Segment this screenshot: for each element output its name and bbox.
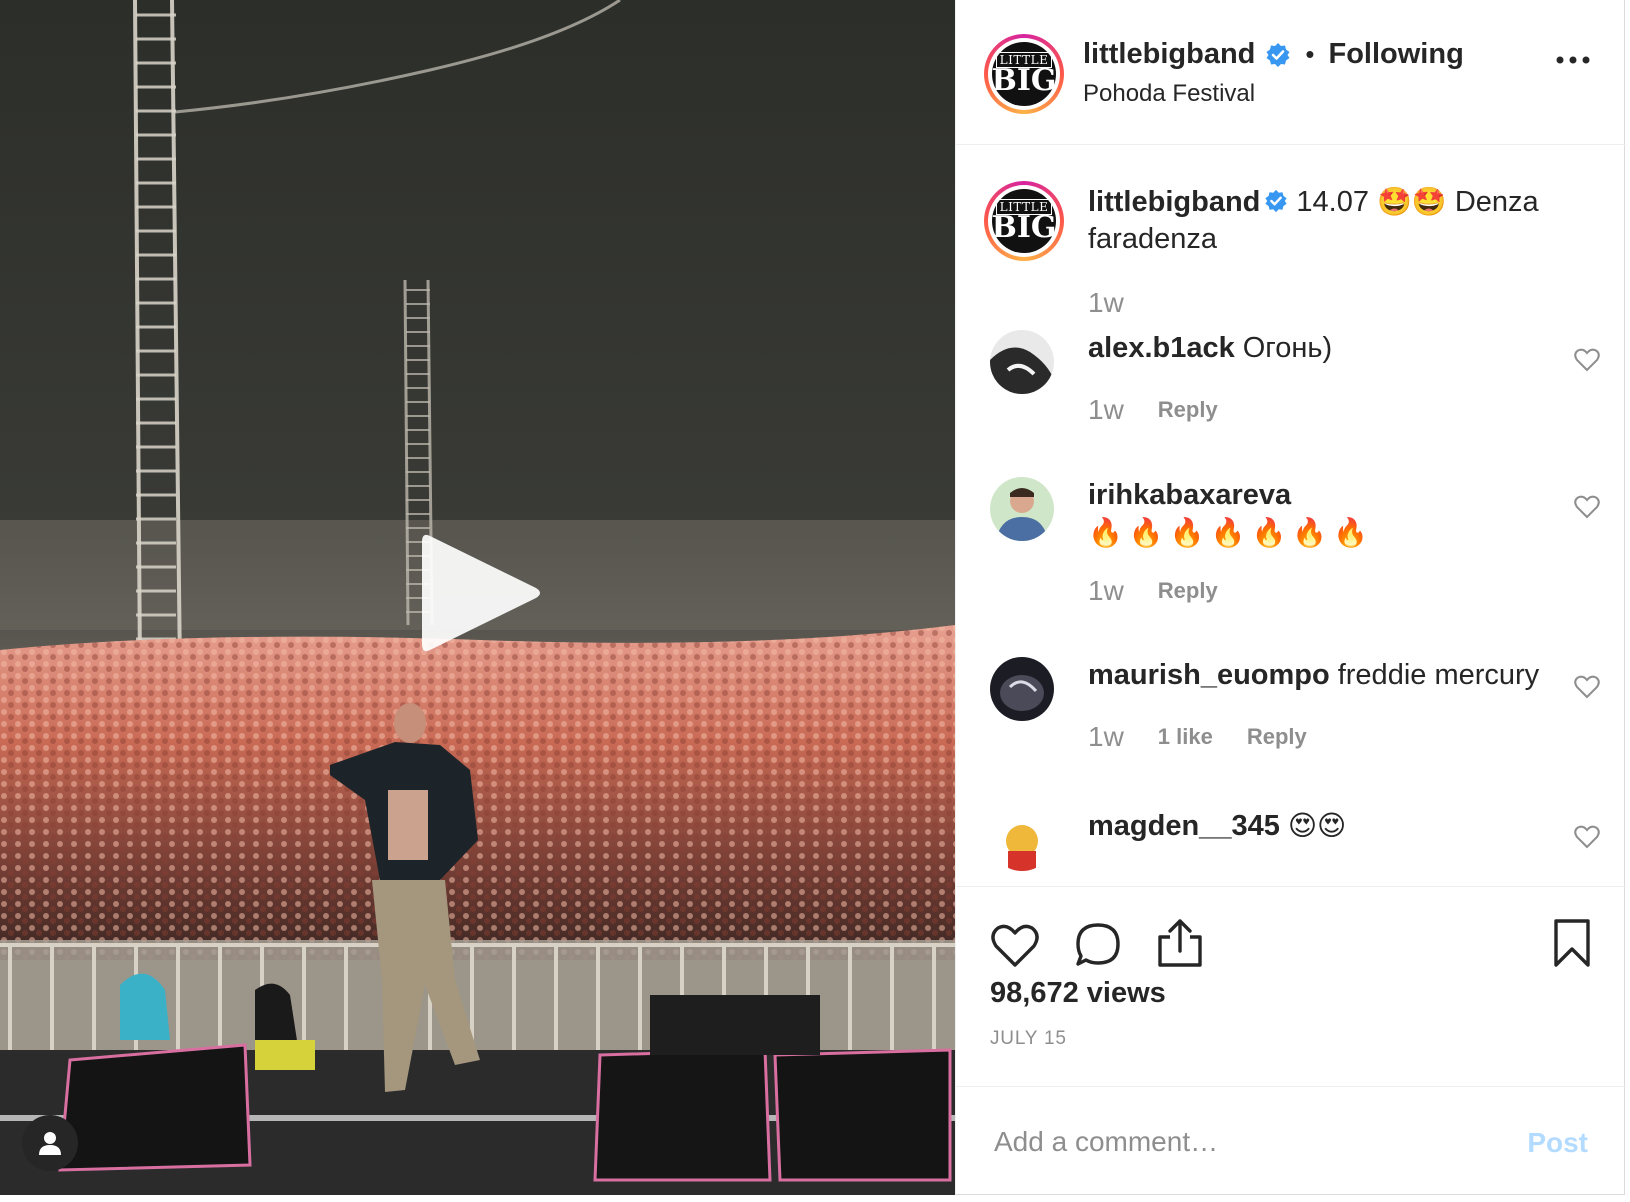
comment-like-icon[interactable] — [1574, 825, 1600, 849]
comment-username[interactable]: magden__345 — [1088, 810, 1280, 842]
separator-dot: • — [1305, 39, 1315, 69]
bookmark-icon[interactable] — [1552, 917, 1592, 969]
play-icon[interactable] — [418, 528, 548, 658]
reply-button[interactable]: Reply — [1158, 578, 1218, 604]
comment-username[interactable]: alex.b1ack — [1088, 332, 1235, 364]
reply-button[interactable]: Reply — [1247, 724, 1307, 750]
caption-meta: 1w — [1088, 287, 1124, 319]
comment-text: alex.b1ack Огонь) — [1088, 330, 1548, 367]
following-button[interactable]: Following — [1328, 38, 1463, 71]
comment-body: freddie mercury — [1337, 659, 1540, 691]
heart-icon[interactable] — [990, 923, 1040, 969]
avatar-image — [990, 657, 1054, 721]
comment-icon[interactable] — [1074, 921, 1122, 969]
reply-button[interactable]: Reply — [1158, 397, 1218, 423]
tagged-users-button[interactable] — [22, 1115, 78, 1171]
post-side-panel: LITTLE BIG littlebigband • Following Poh… — [955, 0, 1626, 1196]
heart-eyes-emojis: 😍😍 — [1287, 810, 1347, 841]
person-icon — [39, 1132, 61, 1155]
author-username[interactable]: littlebigband — [1083, 38, 1255, 71]
commenter-avatar[interactable] — [990, 657, 1054, 721]
author-avatar[interactable]: LITTLE BIG — [984, 34, 1064, 114]
post-actions: 98,672 views JULY 15 — [956, 886, 1626, 1087]
comment-timestamp[interactable]: 1w — [1088, 575, 1124, 607]
caption-text: littlebigband 14.07 🤩🤩 Denza faradenza — [1088, 183, 1558, 258]
caption-date-text: 14.07 — [1296, 186, 1369, 218]
logo-text-bottom: BIG — [991, 210, 1057, 245]
avatar-image — [990, 477, 1054, 541]
logo-text-bottom: BIG — [991, 63, 1057, 98]
commenter-avatar[interactable] — [990, 477, 1054, 541]
comment-text: magden__345 😍😍 — [1088, 807, 1548, 845]
commenter-avatar[interactable] — [990, 330, 1054, 394]
header-author-row: littlebigband • Following — [1083, 38, 1464, 71]
comment-like-icon[interactable] — [1574, 495, 1600, 519]
comment-username[interactable]: maurish_euompo — [1088, 659, 1330, 691]
comment-likes-count[interactable]: 1 like — [1158, 724, 1213, 750]
comment-meta: 1w Reply — [1088, 394, 1218, 426]
more-options-icon[interactable] — [1556, 56, 1590, 64]
post-comment-button[interactable]: Post — [1527, 1127, 1588, 1159]
share-icon[interactable] — [1156, 917, 1204, 969]
star-struck-emoji: 🤩 — [1377, 186, 1412, 217]
verified-badge-icon — [1265, 190, 1287, 213]
post-header: LITTLE BIG littlebigband • Following Poh… — [956, 0, 1626, 145]
star-struck-emoji: 🤩 — [1411, 186, 1447, 217]
comment-meta: 1w 1 like Reply — [1088, 721, 1307, 753]
video-player[interactable] — [0, 0, 955, 1195]
fire-emojis: 🔥🔥🔥🔥🔥🔥🔥 — [1088, 517, 1375, 548]
littlebig-logo: LITTLE BIG — [991, 189, 1057, 253]
comment-body: Огонь) — [1242, 332, 1333, 364]
caption-username[interactable]: littlebigband — [1088, 186, 1260, 218]
instagram-post: LITTLE BIG littlebigband • Following Poh… — [0, 0, 1630, 1202]
comment-like-icon[interactable] — [1574, 675, 1600, 699]
comment-username[interactable]: irihkabaxareva — [1088, 479, 1291, 511]
comment-like-icon[interactable] — [1574, 348, 1600, 372]
post-location[interactable]: Pohoda Festival — [1083, 80, 1255, 108]
add-comment-input[interactable] — [992, 1119, 1476, 1165]
comment-timestamp[interactable]: 1w — [1088, 721, 1124, 753]
commenter-avatar[interactable] — [990, 807, 1054, 871]
avatar-image — [990, 330, 1054, 394]
caption-timestamp[interactable]: 1w — [1088, 287, 1124, 319]
caption-author-avatar[interactable]: LITTLE BIG — [984, 181, 1064, 261]
comment-meta: 1w Reply — [1088, 575, 1218, 607]
comments-list[interactable]: LITTLE BIG littlebigband 14.07 🤩🤩 Denza … — [956, 145, 1626, 885]
verified-badge-icon — [1266, 42, 1290, 67]
post-date[interactable]: JULY 15 — [990, 1028, 1067, 1050]
comment-timestamp[interactable]: 1w — [1088, 394, 1124, 426]
comment-text: irihkabaxareva 🔥🔥🔥🔥🔥🔥🔥 — [1088, 477, 1538, 552]
comment-text: maurish_euompo freddie mercury — [1088, 657, 1548, 694]
add-comment-bar: Post — [956, 1086, 1626, 1196]
avatar-image — [990, 807, 1054, 871]
views-count[interactable]: 98,672 views — [990, 977, 1166, 1010]
littlebig-logo: LITTLE BIG — [991, 42, 1057, 106]
